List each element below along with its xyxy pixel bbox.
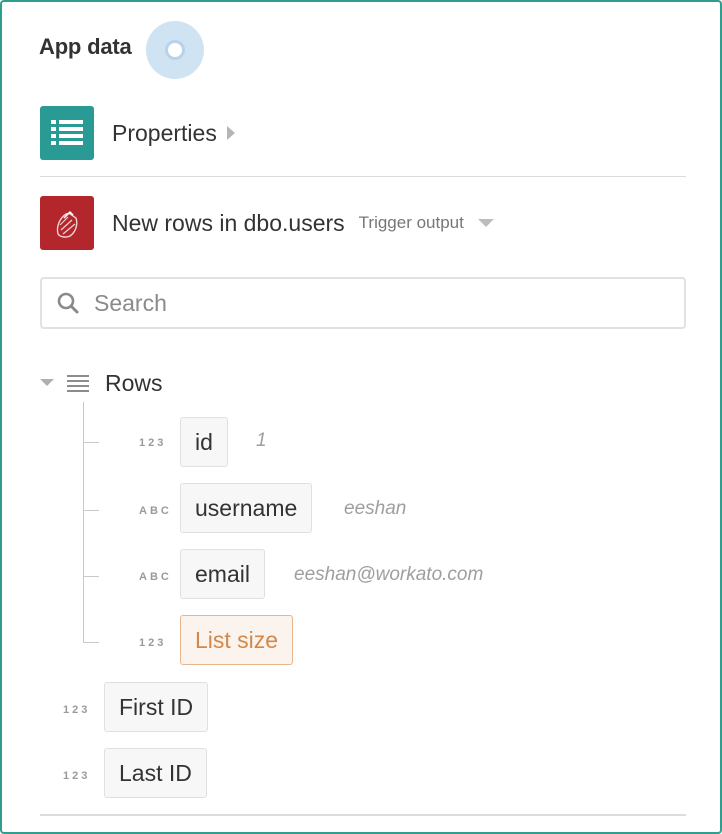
loading-indicator bbox=[146, 21, 204, 79]
sample-value: eeshan bbox=[344, 498, 407, 519]
divider bbox=[40, 176, 686, 177]
search-box[interactable] bbox=[40, 277, 686, 329]
type-tag: 123 bbox=[139, 637, 167, 649]
type-tag: 123 bbox=[139, 437, 167, 449]
field-pill-username[interactable]: username bbox=[180, 483, 313, 533]
tree-branch bbox=[83, 442, 99, 443]
expand-caret-icon[interactable] bbox=[226, 126, 235, 140]
list-lines-icon bbox=[67, 375, 89, 392]
type-tag: ABC bbox=[139, 571, 172, 583]
field-pill-first-id[interactable]: First ID bbox=[104, 682, 209, 732]
panel-title: App data bbox=[39, 34, 132, 59]
tree-branch bbox=[83, 576, 99, 577]
collapse-caret-icon[interactable] bbox=[40, 379, 54, 386]
source-label: Properties bbox=[112, 119, 217, 146]
tree-branch bbox=[83, 642, 99, 643]
tree-line bbox=[83, 402, 84, 643]
loading-dot-icon bbox=[165, 40, 185, 60]
source-trigger-output[interactable]: New rows in dbo.users Trigger output bbox=[40, 196, 494, 250]
field-pill-email[interactable]: email bbox=[180, 549, 265, 599]
field-pill-list-size[interactable]: List size bbox=[180, 615, 294, 665]
app-data-panel: App data Properties New rows in dbo.user… bbox=[0, 0, 722, 834]
sample-value: 1 bbox=[256, 430, 267, 451]
type-tag: ABC bbox=[139, 505, 172, 517]
field-pill-last-id[interactable]: Last ID bbox=[104, 748, 207, 798]
search-input[interactable] bbox=[92, 288, 656, 318]
type-tag: 123 bbox=[63, 704, 91, 716]
sql-server-icon bbox=[40, 196, 94, 250]
list-icon bbox=[40, 106, 94, 160]
search-icon bbox=[57, 292, 79, 314]
chevron-down-icon[interactable] bbox=[477, 219, 494, 227]
field-pill-id[interactable]: id bbox=[180, 417, 228, 467]
trigger-output-label: Trigger output bbox=[358, 213, 464, 232]
source-label: New rows in dbo.users bbox=[112, 209, 345, 236]
sample-value: eeshan@workato.com bbox=[294, 564, 484, 585]
source-properties[interactable]: Properties bbox=[40, 106, 235, 160]
type-tag: 123 bbox=[63, 770, 91, 782]
tree-group-label[interactable]: Rows bbox=[105, 370, 163, 397]
tree-branch bbox=[83, 510, 99, 511]
